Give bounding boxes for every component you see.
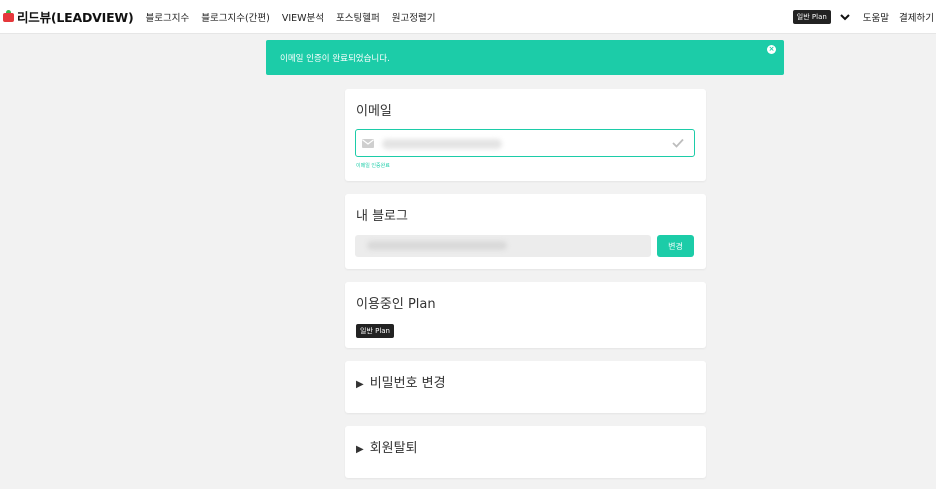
brand-logo[interactable]: 리드뷰(LEADVIEW) bbox=[3, 0, 134, 34]
email-card-title: 이메일 bbox=[356, 104, 392, 119]
plan-card-title: 이용중인 Plan bbox=[356, 297, 436, 312]
blog-card: 내 블로그 변경 bbox=[345, 194, 706, 269]
chevron-down-icon[interactable] bbox=[837, 11, 853, 23]
triangle-right-icon: ▶ bbox=[356, 444, 364, 455]
nav-right: 일반 Plan 도움말 결제하기 bbox=[792, 0, 936, 34]
nav-posting-helper[interactable]: 포스팅헬퍼 bbox=[336, 10, 380, 24]
withdraw-title: 회원탈퇴 bbox=[369, 441, 418, 456]
change-blog-button[interactable]: 변경 bbox=[657, 235, 694, 257]
mail-icon bbox=[362, 138, 374, 148]
brand-tomato-icon bbox=[3, 10, 14, 22]
email-card: 이메일 이메일 인증완료 bbox=[345, 89, 706, 181]
blog-card-title: 내 블로그 bbox=[356, 209, 408, 224]
check-icon bbox=[672, 138, 684, 148]
alert-message: 이메일 인증이 완료되었습니다. bbox=[280, 53, 390, 64]
withdraw-toggle[interactable]: ▶ 회원탈퇴 bbox=[356, 437, 418, 456]
blog-url-redacted bbox=[367, 241, 507, 250]
password-change-card[interactable]: ▶ 비밀번호 변경 bbox=[345, 361, 706, 413]
plan-badge[interactable]: 일반 Plan bbox=[792, 10, 831, 24]
blog-url-field[interactable] bbox=[355, 235, 651, 257]
nav-blog-index[interactable]: 블로그지수 bbox=[146, 10, 190, 24]
nav-payment[interactable]: 결제하기 bbox=[899, 10, 934, 24]
close-icon[interactable]: × bbox=[767, 45, 776, 54]
current-plan-badge: 일반 Plan bbox=[356, 324, 394, 338]
success-alert: 이메일 인증이 완료되었습니다. × bbox=[266, 40, 784, 75]
email-value-redacted bbox=[382, 139, 502, 149]
password-change-title: 비밀번호 변경 bbox=[369, 376, 446, 391]
plan-card: 이용중인 Plan 일반 Plan bbox=[345, 282, 706, 348]
nav-view-analysis[interactable]: VIEW분석 bbox=[282, 10, 324, 24]
triangle-right-icon: ▶ bbox=[356, 379, 364, 390]
main-nav: 블로그지수 블로그지수(간편) VIEW분석 포스팅헬퍼 원고정렬기 bbox=[146, 10, 448, 24]
nav-blog-index-simple[interactable]: 블로그지수(간편) bbox=[201, 10, 270, 24]
nav-manuscript-sorter[interactable]: 원고정렬기 bbox=[392, 10, 436, 24]
nav-help[interactable]: 도움말 bbox=[863, 10, 889, 24]
brand-name: 리드뷰(LEADVIEW) bbox=[17, 10, 134, 25]
email-field[interactable] bbox=[355, 129, 695, 157]
email-verified-text: 이메일 인증완료 bbox=[356, 163, 390, 169]
password-change-toggle[interactable]: ▶ 비밀번호 변경 bbox=[356, 372, 446, 391]
withdraw-card[interactable]: ▶ 회원탈퇴 bbox=[345, 426, 706, 478]
top-navbar: 리드뷰(LEADVIEW) 블로그지수 블로그지수(간편) VIEW분석 포스팅… bbox=[0, 0, 936, 34]
